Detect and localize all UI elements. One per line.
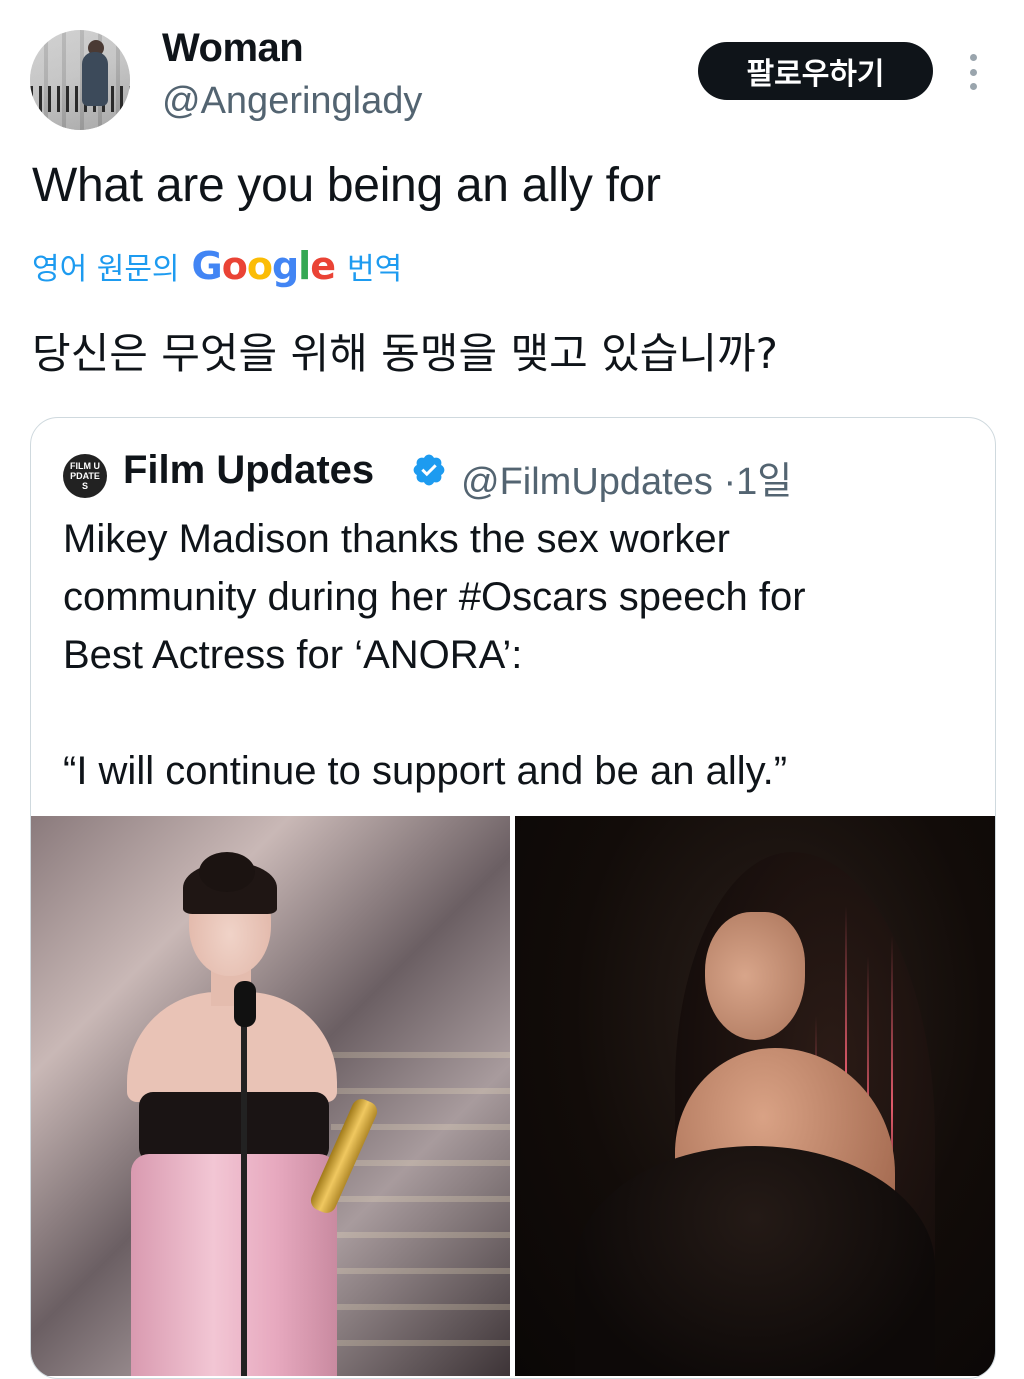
portrait-photo[interactable]	[515, 816, 995, 1376]
translation-attribution[interactable]: 영어 원문의 Google 번역	[32, 244, 402, 288]
follow-button[interactable]: 팔로우하기	[698, 42, 933, 100]
avatar-background	[30, 30, 130, 130]
quoted-time[interactable]: 1일	[736, 461, 792, 503]
portrait-face	[705, 912, 805, 1040]
pink-skirt	[131, 1154, 337, 1376]
quoted-tweet-text: Mikey Madison thanks the sex worker comm…	[63, 517, 806, 793]
dot	[969, 54, 977, 61]
meta-separator: ·	[723, 461, 737, 503]
translation-suffix: 번역	[346, 252, 403, 287]
author-avatar[interactable]	[30, 30, 130, 130]
microphone-stand	[241, 984, 247, 1376]
verified-badge-icon	[413, 454, 445, 486]
google-logo: Google	[191, 244, 336, 288]
author-name[interactable]: Woman	[162, 26, 304, 71]
microphone	[234, 981, 256, 1027]
quoted-meta: @FilmUpdates ·1일	[461, 450, 792, 505]
portrait-fur-coat	[575, 1146, 935, 1376]
avatar-railing	[30, 86, 130, 112]
media-grid	[31, 816, 995, 1376]
tweet-text: What are you being an ally for	[32, 159, 661, 212]
film-updates-logo[interactable]: FILM UPDATES	[63, 454, 107, 498]
translation-prefix: 영어 원문의	[32, 252, 180, 287]
quoted-handle[interactable]: @FilmUpdates	[461, 461, 713, 503]
figure-shoulders	[127, 992, 337, 1102]
author-handle[interactable]: @Angeringlady	[162, 80, 422, 123]
dot	[969, 68, 977, 76]
avatar-figure	[82, 52, 108, 106]
vertical-ellipsis-icon[interactable]	[960, 54, 986, 90]
figure-hair-bun	[199, 852, 255, 892]
stage-lights	[331, 1036, 510, 1376]
quoted-tweet-card[interactable]: FILM UPDATES Film Updates @FilmUpdates ·…	[30, 417, 996, 1379]
logo-text: FILM UPDATES	[70, 461, 100, 491]
quoted-author-name[interactable]: Film Updates	[123, 448, 374, 493]
translated-text: 당신은 무엇을 위해 동맹을 맺고 있습니까?	[32, 329, 778, 378]
black-bodice	[139, 1092, 329, 1162]
dot	[969, 83, 977, 90]
oscars-speech-photo[interactable]	[31, 816, 510, 1376]
